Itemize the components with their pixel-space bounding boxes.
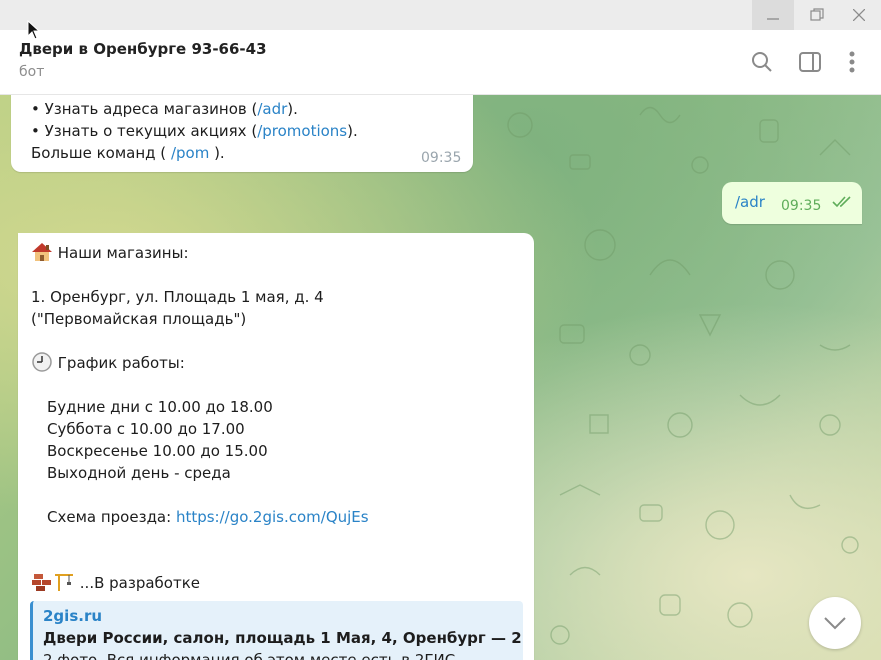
house-icon: [32, 243, 52, 261]
dev-line: ...В разработке: [31, 572, 200, 594]
menu-line-promotions: • Узнать о текущих акциях (/promotions).: [31, 122, 358, 140]
close-icon[interactable]: [838, 0, 880, 30]
mouse-cursor-icon: [27, 20, 41, 40]
promotions-command-link[interactable]: /promotions: [257, 122, 347, 140]
window-titlebar: [0, 0, 881, 30]
chevron-down-icon: [824, 617, 846, 630]
preview-description: 2 фото. Вся информация об этом месте ест…: [43, 651, 456, 660]
shops-heading: Наши магазины:: [31, 242, 189, 264]
preview-title: Двери России, салон, площадь 1 Мая, 4, О…: [43, 629, 523, 647]
schedule-sunday: Воскресенье 10.00 до 15.00: [47, 442, 268, 460]
chat-header[interactable]: Двери в Оренбурге 93-66-43 бот: [0, 30, 881, 95]
message-time: 09:35: [421, 150, 462, 166]
menu-line-more: Больше команд ( /pom ).: [31, 144, 225, 162]
chat-title[interactable]: Двери в Оренбурге 93-66-43: [19, 40, 267, 58]
more-vert-icon[interactable]: [837, 47, 867, 77]
sidebar-toggle-icon[interactable]: [795, 47, 825, 77]
adr-command-link[interactable]: /adr: [257, 100, 287, 118]
scroll-down-button[interactable]: [809, 597, 861, 649]
command-text[interactable]: /adr: [735, 191, 765, 213]
minimize-icon[interactable]: [752, 0, 794, 30]
double-check-icon: [832, 196, 851, 208]
pom-command-link[interactable]: /pom: [171, 144, 209, 162]
schedule-saturday: Суббота с 10.00 до 17.00: [47, 420, 245, 438]
shop-landmark: ("Первомайская площадь"): [31, 310, 247, 328]
clock-icon: [32, 352, 52, 372]
preview-site: 2gis.ru: [43, 607, 103, 625]
outgoing-message: /adr 09:35: [722, 182, 862, 224]
schedule-dayoff: Выходной день - среда: [47, 464, 231, 482]
menu-line-adr: • Узнать адреса магазинов (/adr).: [31, 100, 298, 118]
route-link[interactable]: https://go.2gis.com/QujEs: [176, 508, 369, 526]
bot-menu-message: • Узнать адреса магазинов (/adr). • Узна…: [11, 95, 473, 172]
message-time: 09:35: [781, 198, 822, 214]
link-preview[interactable]: 2gis.ru Двери России, салон, площадь 1 М…: [30, 601, 523, 660]
chat-subtitle: бот: [19, 64, 45, 80]
shops-message: Наши магазины: 1. Оренбург, ул. Площадь …: [18, 233, 534, 660]
chat-area[interactable]: • Узнать адреса магазинов (/adr). • Узна…: [0, 95, 881, 660]
search-icon[interactable]: [747, 47, 777, 77]
schedule-weekdays: Будние дни с 10.00 до 18.00: [47, 398, 273, 416]
route-line: Схема проезда: https://go.2gis.com/QujEs: [47, 508, 369, 526]
maximize-icon[interactable]: [796, 0, 838, 30]
schedule-heading: График работы:: [31, 352, 185, 374]
bricks-icon: [32, 574, 51, 591]
crane-icon: [55, 574, 73, 591]
shop-address: 1. Оренбург, ул. Площадь 1 мая, д. 4: [31, 288, 324, 306]
